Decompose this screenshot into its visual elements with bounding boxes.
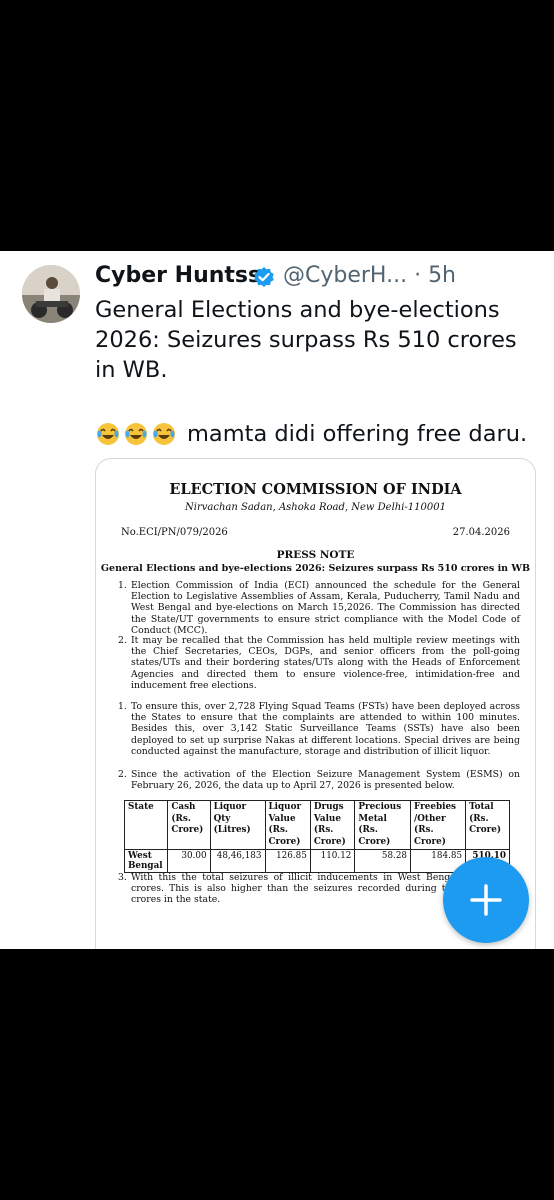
display-name[interactable]: Cyber Huntss — [95, 263, 261, 288]
press-note-heading: PRESS NOTE — [276, 549, 355, 561]
paragraph-number: 1. — [118, 580, 127, 591]
table-header: Liquor Value (Rs. Crore) — [264, 800, 311, 850]
table-header: State — [123, 800, 169, 850]
table-cell: 30.00 — [167, 849, 211, 873]
verified-badge-icon — [253, 266, 275, 288]
table-cell: 126.85 — [264, 849, 311, 873]
paragraph-number: 2. — [118, 769, 127, 780]
paragraph-text: It may be recalled that the Commission h… — [131, 635, 520, 691]
laughing-tears-emoji-icon — [95, 421, 121, 447]
handle-and-time: @CyberH... · 5h — [283, 263, 456, 288]
separator: · — [414, 263, 422, 288]
document-ref-no: No.ECI/PN/079/2026 — [121, 527, 228, 538]
tweet-comment-line: mamta didi offering free daru. — [95, 419, 527, 449]
table-header: Precious Metal (Rs. Crore) — [354, 800, 412, 850]
paragraph-number: 1. — [118, 701, 127, 712]
paragraph: 1. To ensure this, over 2,728 Flying Squ… — [118, 701, 520, 757]
paragraph-number: 3. — [118, 872, 127, 883]
comment-text: mamta didi offering free daru. — [187, 421, 528, 447]
table-header: Freebies /Other (Rs. Crore) — [410, 800, 467, 850]
table-header: Drugs Value (Rs. Crore) — [309, 800, 356, 850]
paragraph: 2. It may be recalled that the Commissio… — [118, 635, 520, 691]
table-cell: 110.12 — [309, 849, 356, 873]
tweet-screen: Cyber Huntss @CyberH... · 5h General Ele… — [0, 251, 554, 949]
laughing-tears-emoji-icon — [123, 421, 149, 447]
document-date: 27.04.2026 — [452, 527, 510, 538]
avatar[interactable] — [22, 265, 80, 323]
table-cell: 48,46,183 — [209, 849, 266, 873]
document-title: ELECTION COMMISSION OF INDIA — [169, 481, 462, 498]
tweet-text: General Elections and bye-elections 2026… — [95, 297, 517, 383]
table-cell: West Bengal — [123, 849, 169, 873]
press-note-subheading: General Elections and bye-elections 2026… — [100, 563, 531, 574]
table-header: Total (Rs. Crore) — [465, 800, 510, 850]
plus-icon — [470, 884, 502, 916]
paragraph: 1. Election Commission of India (ECI) an… — [118, 580, 520, 636]
table-header: Liquor Qty (Litres) — [209, 800, 266, 850]
compose-button[interactable] — [443, 857, 529, 943]
paragraph-text: To ensure this, over 2,728 Flying Squad … — [131, 701, 520, 757]
paragraph-text: Election Commission of India (ECI) annou… — [131, 580, 520, 636]
laughing-tears-emoji-icon — [151, 421, 177, 447]
paragraph-text: Since the activation of the Election Sei… — [131, 769, 520, 792]
document-address: Nirvachan Sadan, Ashoka Road, New Delhi-… — [185, 502, 446, 513]
timestamp[interactable]: 5h — [428, 263, 456, 288]
paragraph: 2. Since the activation of the Election … — [118, 769, 520, 791]
tweet-header: Cyber Huntss @CyberH... · 5h — [95, 261, 554, 297]
table-cell: 58.28 — [354, 849, 412, 873]
handle[interactable]: @CyberH... — [283, 263, 407, 288]
table-header: Cash (Rs. Crore) — [167, 800, 211, 850]
paragraph-number: 2. — [118, 635, 127, 646]
table-header-row: State Cash (Rs. Crore) Liquor Qty (Litre… — [123, 800, 510, 850]
